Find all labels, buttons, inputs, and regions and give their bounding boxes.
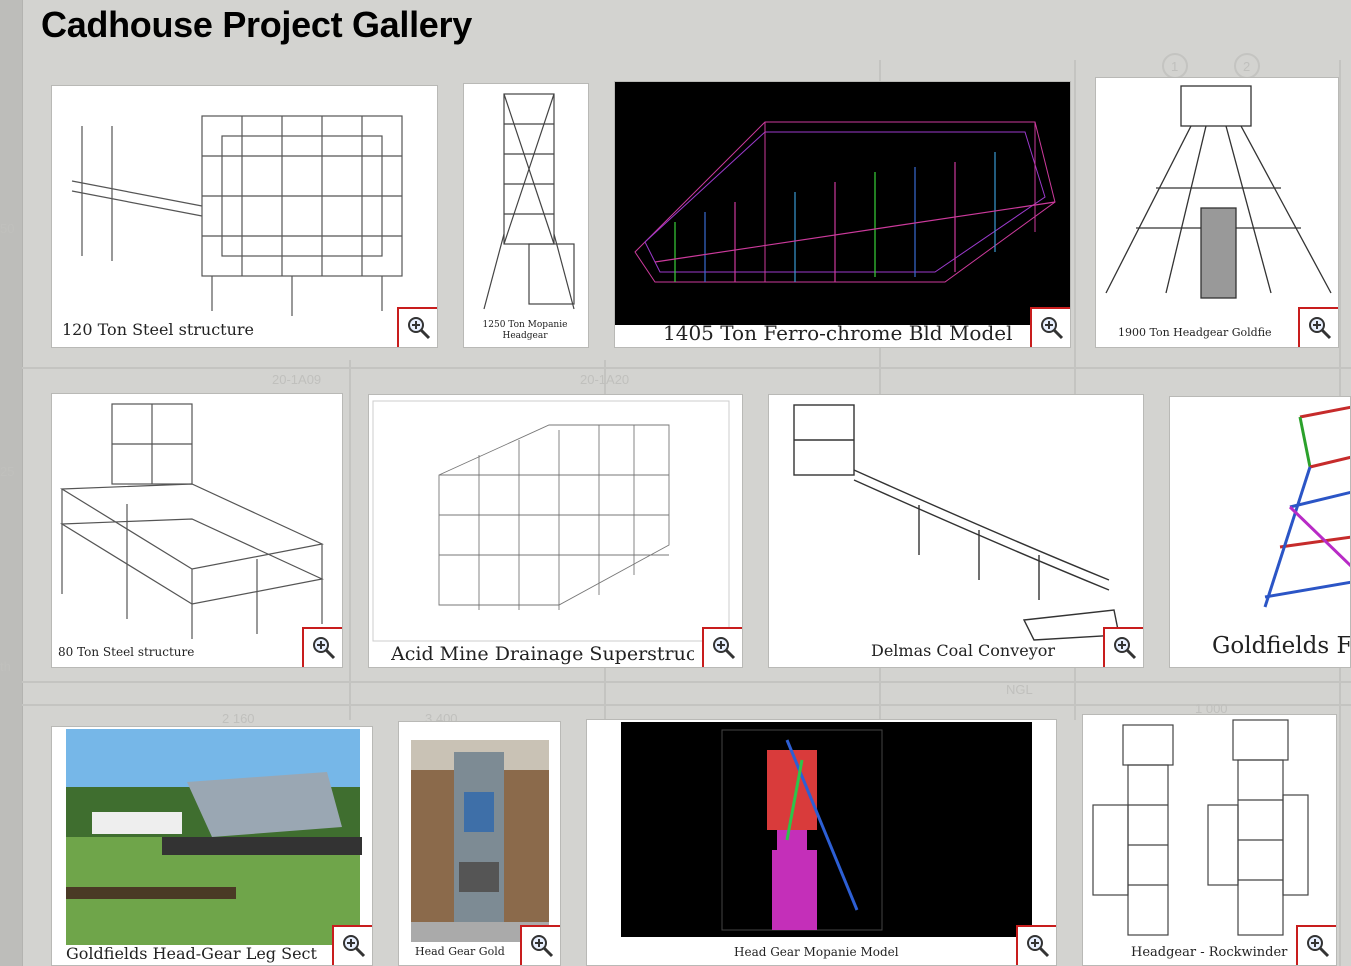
gallery-item[interactable]: 1405 Ton Ferro-chrome Bld Model — [614, 81, 1071, 348]
zoom-button[interactable] — [332, 925, 372, 965]
gallery-item[interactable]: Goldfields Head-Gear Leg Sect — [51, 726, 373, 966]
gallery-item-caption: Acid Mine Drainage Superstruc — [391, 643, 694, 665]
bg-label: 20-1A09 — [272, 372, 321, 387]
gallery-item[interactable]: 1250 Ton Mopanie Headgear — [463, 83, 589, 348]
thumbnail-image — [66, 729, 362, 945]
gallery-item-caption: 120 Ton Steel structure — [62, 320, 255, 339]
gallery-item-caption: Goldfields Head-Gear Leg Sect — [66, 944, 317, 963]
thumbnail-image — [71, 115, 403, 316]
bg-label: 2 — [1243, 59, 1250, 74]
gallery-item-caption: 1405 Ton Ferro-chrome Bld Model — [663, 321, 1013, 345]
zoom-in-icon — [408, 317, 431, 340]
zoom-button[interactable] — [302, 627, 342, 667]
zoom-in-icon — [1309, 317, 1332, 340]
gallery-item[interactable]: Head Gear Mopanie Model — [586, 719, 1057, 966]
gallery-item[interactable]: Head Gear Gold — [398, 721, 561, 966]
gallery-item[interactable]: 120 Ton Steel structure — [51, 85, 438, 348]
zoom-button[interactable] — [1030, 307, 1070, 347]
thumbnail-image — [793, 404, 1120, 641]
page-title: Cadhouse Project Gallery — [41, 4, 472, 45]
bg-label: 1 — [1171, 59, 1178, 74]
thumbnail-image — [1263, 405, 1350, 608]
zoom-button[interactable] — [1103, 627, 1143, 667]
bg-label: 20-1A20 — [580, 372, 629, 387]
thumbnail-image — [372, 400, 730, 642]
gallery-item-caption: 80 Ton Steel structure — [58, 645, 195, 659]
gallery-item-caption: 1900 Ton Headgear Goldfie — [1118, 326, 1272, 339]
zoom-button[interactable] — [1296, 925, 1336, 965]
bg-label: 50 — [0, 221, 14, 236]
gallery-item[interactable]: Acid Mine Drainage Superstruc — [368, 394, 743, 668]
gallery-item[interactable]: Goldfields F — [1169, 396, 1351, 668]
thumbnail-image — [483, 93, 575, 310]
thumbnail-image — [615, 82, 1070, 325]
zoom-in-icon — [1307, 935, 1330, 958]
gallery-item-caption: Goldfields F — [1212, 633, 1350, 659]
zoom-in-icon — [1041, 317, 1064, 340]
zoom-in-icon — [713, 637, 736, 660]
gallery-item-caption: 1250 Ton Mopanie Headgear — [482, 320, 568, 341]
zoom-in-icon — [313, 637, 336, 660]
bg-label: th — [0, 659, 11, 674]
gallery-item[interactable]: Headgear - Rockwinder — [1082, 714, 1337, 966]
gallery-item[interactable]: Delmas Coal Conveyor — [768, 394, 1144, 668]
zoom-button[interactable] — [1298, 307, 1338, 347]
thumbnail-image — [60, 403, 324, 639]
zoom-button[interactable] — [1016, 925, 1056, 965]
gallery-item-caption: Head Gear Gold — [415, 945, 505, 958]
zoom-in-icon — [531, 935, 554, 958]
gallery-item-caption: Head Gear Mopanie Model — [734, 945, 899, 959]
gallery-item-caption: Headgear - Rockwinder — [1131, 945, 1288, 960]
zoom-in-icon — [1027, 935, 1050, 958]
gallery-item[interactable]: 80 Ton Steel structure — [51, 393, 343, 668]
bg-label: NGL — [1006, 682, 1033, 697]
gallery-item-caption: Delmas Coal Conveyor — [871, 641, 1056, 660]
zoom-in-icon — [1114, 637, 1137, 660]
zoom-button[interactable] — [397, 307, 437, 347]
zoom-button[interactable] — [520, 925, 560, 965]
bg-label: 25 — [0, 464, 14, 479]
bg-label: 2 160 — [222, 711, 255, 726]
thumbnail-image — [621, 722, 1032, 937]
zoom-in-icon — [343, 935, 366, 958]
gallery-item[interactable]: 1900 Ton Headgear Goldfie — [1095, 77, 1339, 348]
zoom-button[interactable] — [702, 627, 742, 667]
